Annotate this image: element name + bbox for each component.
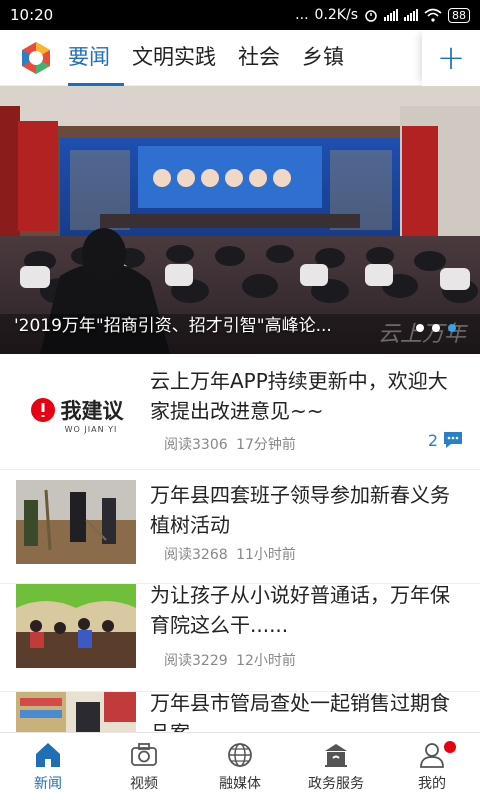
nav-news-label: 新闻 [34,776,62,792]
read-count: 阅读3268 [164,547,228,563]
camera-icon [131,743,157,766]
comment-number: 2 [427,430,438,450]
news-item[interactable]: 为让孩子从小说好普通话，万年保育院这么干...... 阅读3229 12小时前 [0,583,480,692]
publish-time: 17分钟前 [236,437,296,453]
nav-me-label: 我的 [418,776,446,792]
notification-dots: ... [295,7,309,23]
bottom-nav: 新闻 视频 融媒体 政务服务 我的 [0,732,480,800]
category-tabs: 要闻 文明实践 社会 乡镇 [68,30,422,86]
read-count: 阅读3306 [164,437,228,453]
news-title[interactable]: 万年县四套班子领导参加新春义务植树活动 [150,480,464,540]
news-meta: 阅读3268 11小时前 [164,544,296,564]
nav-video[interactable]: 视频 [96,733,192,800]
news-title[interactable]: 为让孩子从小说好普通话，万年保育院这么干...... [150,580,464,640]
wifi-icon [424,8,442,22]
news-item[interactable]: 万年县四套班子领导参加新春义务植树活动 阅读3268 11小时前 [0,470,480,584]
classroom-image [16,584,136,668]
nav-media-label: 融媒体 [219,776,261,792]
status-bar: 10:20 ... 0.2K/s 88 [0,0,480,30]
alarm-icon [365,10,377,22]
news-item[interactable]: 万年县市管局查处一起销售过期食品案 [0,691,480,732]
person-icon [420,743,444,768]
store-shelf-image [16,692,136,732]
carousel-dot-active[interactable] [448,324,456,332]
news-title[interactable]: 云上万年APP持续更新中，欢迎大家提出改进意见~~ [150,366,464,426]
speech-bubble-icon [30,397,55,422]
banner-caption[interactable]: '2019万年"招商引资、招才引智"高峰论... [14,311,332,336]
nav-government-services-label: 政务服务 [308,776,364,792]
tab-shehui[interactable]: 社会 [238,30,280,86]
nav-media[interactable]: 融媒体 [192,733,288,800]
thumb-brand-subtext: WO JIAN YI [64,424,118,434]
carousel-indicator [416,324,456,332]
tab-yaowen[interactable]: 要闻 [68,30,124,86]
banner-carousel[interactable]: 云上万年 '2019万年"招商引资、招才引智"高峰论... [0,86,480,354]
home-icon [36,743,60,767]
comment-count[interactable]: 2 [428,430,464,450]
network-speed: 0.2K/s [314,7,358,23]
thumb-brand-text: 我建议 [60,398,124,423]
tree-planting-image [16,480,136,564]
publish-time: 11小时前 [236,547,296,563]
top-nav: 要闻 文明实践 社会 乡镇 + [0,29,480,86]
publish-time: 12小时前 [236,653,296,669]
news-list: 我建议 WO JIAN YI 云上万年APP持续更新中，欢迎大家提出改进意见~~… [0,354,480,732]
signal-icon-2 [404,9,418,21]
notification-badge [444,741,456,753]
nav-me[interactable]: 我的 [384,733,480,800]
comment-icon [444,432,462,448]
news-item[interactable]: 我建议 WO JIAN YI 云上万年APP持续更新中，欢迎大家提出改进意见~~… [0,354,480,470]
nav-news[interactable]: 新闻 [0,733,96,800]
nav-video-label: 视频 [130,776,158,792]
tab-xiangzhen[interactable]: 乡镇 [302,30,344,86]
app-logo-icon[interactable] [18,40,54,76]
news-meta: 阅读3229 12小时前 [164,650,296,670]
signal-icon [384,9,398,21]
read-count: 阅读3229 [164,653,228,669]
add-channel-button[interactable]: + [422,29,480,86]
banner-watermark: 云上万年 [377,322,466,347]
carousel-dot[interactable] [432,324,440,332]
nav-government-services[interactable]: 政务服务 [288,733,384,800]
status-time: 10:20 [10,6,54,24]
government-icon [325,744,347,767]
news-thumbnail: 我建议 WO JIAN YI [16,372,136,456]
news-meta: 阅读3306 17分钟前 [164,434,296,454]
globe-icon [228,743,252,767]
news-thumbnail [16,480,136,564]
tab-wenming-shijian[interactable]: 文明实践 [132,30,216,86]
news-title[interactable]: 万年县市管局查处一起销售过期食品案 [150,688,464,732]
news-thumbnail [16,584,136,668]
battery-icon: 88 [448,7,470,23]
news-thumbnail [16,692,136,732]
carousel-dot[interactable] [416,324,424,332]
